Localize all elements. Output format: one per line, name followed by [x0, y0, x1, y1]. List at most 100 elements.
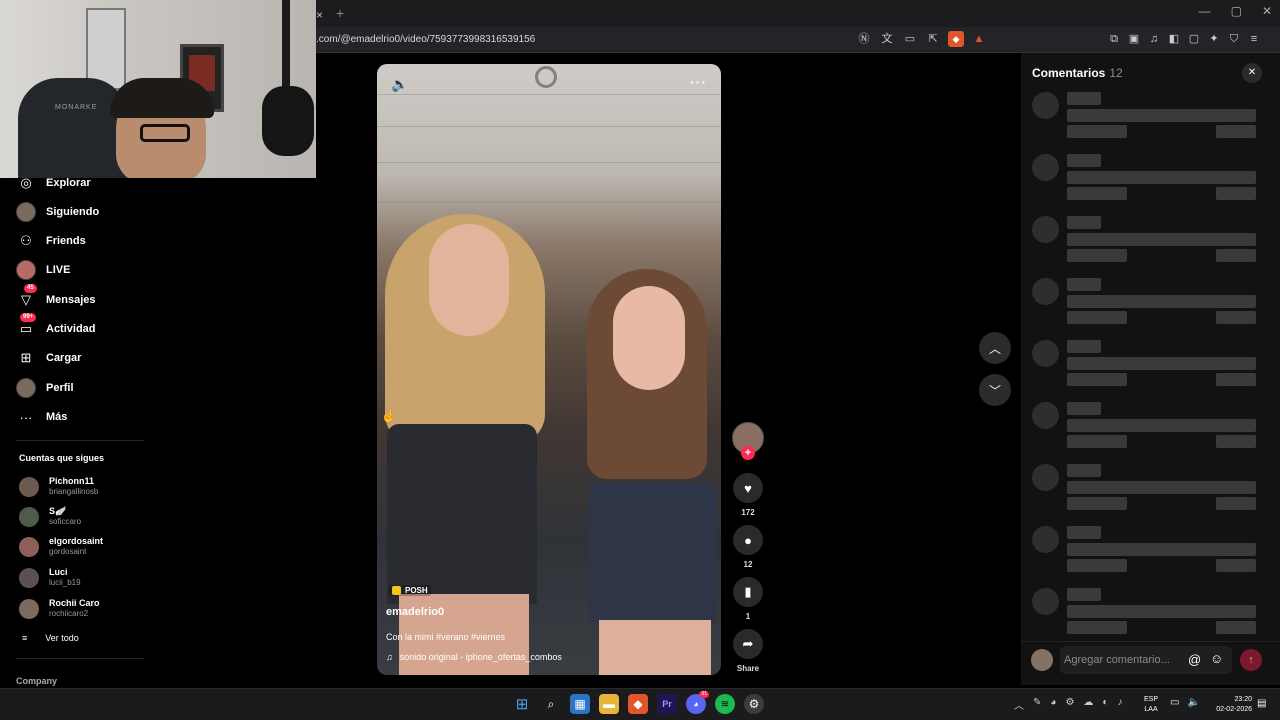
gaming-chair: [18, 78, 128, 178]
spotify-icon[interactable]: ≋: [715, 694, 735, 714]
brave-rewards-icon[interactable]: ▲: [971, 31, 987, 47]
comment-button[interactable]: ●: [733, 525, 763, 555]
tray-cloud-icon[interactable]: ☁: [1083, 697, 1093, 712]
vpn-shield-icon[interactable]: ⛉: [1226, 31, 1242, 47]
comment-input[interactable]: [1060, 646, 1232, 674]
video-person-right-body: [599, 620, 711, 675]
windows-start-icon[interactable]: ⊞: [512, 694, 532, 714]
language-indicator[interactable]: ESP LAA: [1144, 695, 1158, 715]
brave-browser-icon[interactable]: ◆: [628, 694, 648, 714]
windows-taskbar: ⊞ ⌕ ▦ ▬ ◆ Pr ◕ 91 ≋ ⚙ ︿ ✎ ◕ ⚙ ☁ ◐ ♪ ESP …: [0, 688, 1280, 720]
steam-icon[interactable]: ⚙: [744, 694, 764, 714]
mention-icon[interactable]: @: [1188, 652, 1201, 667]
translate-icon[interactable]: 文: [879, 31, 895, 47]
following-account[interactable]: elgordosaint gordosaint: [19, 536, 103, 557]
nav-siguiendo[interactable]: Siguiendo: [16, 201, 99, 223]
account-username: briangallinosb: [49, 487, 99, 496]
see-all-button[interactable]: ≡ Ver todo: [22, 633, 79, 643]
nav-cargar[interactable]: ⊞ Cargar: [16, 347, 82, 369]
skeleton-placeholder: [1216, 125, 1256, 138]
like-button[interactable]: ♥: [733, 473, 763, 503]
skeleton-placeholder: [1067, 340, 1101, 353]
next-video-button[interactable]: ﹀: [979, 374, 1011, 406]
nav-actividad[interactable]: ▭ 99+ Actividad: [16, 313, 96, 340]
share-page-icon[interactable]: ⇱: [925, 31, 941, 47]
quick-settings[interactable]: ▭ 🔈: [1170, 697, 1200, 708]
comments-count: 12: [1109, 66, 1123, 80]
close-comments-button[interactable]: ✕: [1242, 63, 1262, 83]
nav-explorar[interactable]: ◎ Explorar: [16, 172, 90, 194]
search-icon[interactable]: ⌕: [541, 694, 561, 714]
skeleton-placeholder: [1067, 419, 1256, 432]
skeleton-placeholder: [1032, 588, 1059, 615]
skeleton-placeholder: [1067, 481, 1256, 494]
skeleton-placeholder: [1067, 249, 1127, 262]
minimize-button[interactable]: —: [1199, 4, 1211, 18]
following-account[interactable]: Rochii Caro rochiicaro2: [19, 598, 100, 619]
following-account[interactable]: Luci lucii_b19: [19, 567, 81, 588]
follow-plus-button[interactable]: +: [741, 446, 755, 460]
tab-close-button[interactable]: ×: [316, 8, 323, 22]
extensions-icon[interactable]: ⧉: [1106, 31, 1122, 47]
tray-expand-icon[interactable]: ︿: [1014, 697, 1024, 712]
clock[interactable]: 23:20 02-02-2026: [1210, 695, 1252, 715]
skeleton-placeholder: [1067, 464, 1101, 477]
nav-friends[interactable]: ⚇ Friends: [16, 230, 86, 252]
address-bar-icons: Ⓝ 文 ▭ ⇱ ◆ ▲: [856, 31, 987, 47]
video-author[interactable]: emadelrio0: [386, 606, 444, 618]
skeleton-placeholder: [1216, 621, 1256, 634]
leo-ai-icon[interactable]: ✦: [1206, 31, 1222, 47]
bookmark-count: 1: [745, 612, 751, 621]
discord-icon[interactable]: ◕ 91: [686, 691, 709, 714]
skeleton-placeholder: [1067, 435, 1127, 448]
share-button[interactable]: ➦: [733, 629, 763, 659]
tray-pen-icon[interactable]: ✎: [1033, 697, 1041, 712]
maximize-button[interactable]: ▢: [1231, 4, 1242, 18]
url-field[interactable]: .com/@emadelrio0/video/75937739983165391…: [316, 34, 535, 45]
account-name: Rochii Caro: [49, 598, 100, 608]
more-dots-icon: ···: [19, 409, 33, 425]
cast-icon[interactable]: ▭: [902, 31, 918, 47]
new-tab-button[interactable]: +: [336, 5, 344, 21]
skeleton-placeholder: [1216, 559, 1256, 572]
tray-app-icon[interactable]: ◐: [1102, 697, 1108, 712]
sidebar-panel-icon[interactable]: ▣: [1126, 31, 1142, 47]
nav-mensajes[interactable]: ▽ 45 Mensajes: [16, 284, 96, 311]
sticker-badge[interactable]: POSH: [389, 585, 431, 596]
file-explorer-icon[interactable]: ▬: [599, 694, 619, 714]
volume-icon[interactable]: 🔈: [391, 76, 408, 93]
tray-steam-icon[interactable]: ⚙: [1065, 697, 1074, 712]
account-avatar: [19, 506, 39, 527]
more-options-icon[interactable]: ···: [690, 74, 707, 90]
left-sidebar: ◎ Explorar Siguiendo ⚇ Friends LIVE ▽ 45…: [0, 175, 160, 720]
following-account[interactable]: S🪽 soficcaro: [19, 506, 81, 527]
skeleton-placeholder: [1067, 92, 1101, 105]
nav-live[interactable]: LIVE: [16, 259, 70, 281]
brave-shield-icon[interactable]: ◆: [948, 31, 964, 47]
tray-discord-icon[interactable]: ◕: [1050, 697, 1056, 712]
close-window-button[interactable]: ✕: [1262, 4, 1272, 18]
guitar-neck: [282, 0, 290, 92]
no-tracking-icon[interactable]: Ⓝ: [856, 31, 872, 47]
company-link[interactable]: Company: [16, 676, 57, 686]
previous-video-button[interactable]: ︿: [979, 332, 1011, 364]
nav-mas[interactable]: ··· Más: [16, 406, 68, 428]
nav-perfil[interactable]: Perfil: [16, 377, 74, 399]
sidebar-toggle-icon[interactable]: ◧: [1166, 31, 1182, 47]
wallet-icon[interactable]: ▢: [1186, 31, 1202, 47]
streamer-glasses: [140, 124, 190, 142]
video-sound[interactable]: ♫ sonido original - iphone_ofertas_combo…: [386, 652, 562, 662]
following-account[interactable]: Pichonn11 briangallinosb: [19, 476, 98, 497]
video-player[interactable]: 🔈 ··· POSH emadelrio0 Con la mimi #veran…: [377, 64, 721, 675]
browser-menu-icon[interactable]: ≡: [1246, 31, 1262, 47]
skeleton-placeholder: [1067, 187, 1127, 200]
tray-mic-icon[interactable]: ♪: [1117, 697, 1122, 712]
premiere-pro-icon[interactable]: Pr: [657, 694, 677, 714]
send-comment-button[interactable]: ↑: [1240, 649, 1262, 671]
notification-icon[interactable]: ▤: [1257, 698, 1266, 709]
emoji-icon[interactable]: ☺: [1210, 651, 1223, 666]
photos-app-icon[interactable]: ▦: [570, 694, 590, 714]
bookmark-button[interactable]: ▮: [733, 577, 763, 607]
media-music-icon[interactable]: ♫: [1146, 31, 1162, 47]
nav-label: Mensajes: [46, 294, 96, 306]
